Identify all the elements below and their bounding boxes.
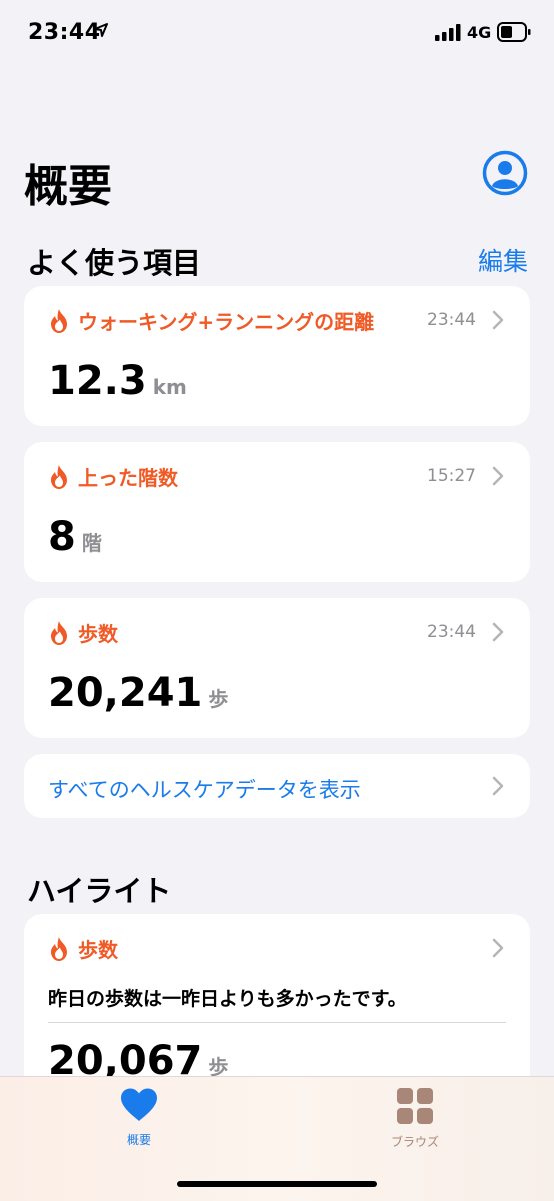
tab-browse[interactable]: ブラウズ	[355, 1087, 475, 1150]
chevron-right-icon	[492, 776, 504, 796]
card-value-row: 12.3 km	[48, 358, 187, 404]
status-bar: 23:44 4G	[0, 0, 554, 68]
grid-icon	[397, 1088, 433, 1124]
profile-avatar-icon[interactable]	[482, 150, 528, 196]
card-label: 歩数	[78, 938, 118, 962]
divider	[48, 1022, 506, 1023]
tab-summary[interactable]: 概要	[79, 1087, 199, 1148]
card-value-row: 20,241 歩	[48, 670, 228, 716]
cellular-signal-icon	[435, 24, 461, 41]
page-title: 概要	[24, 161, 112, 212]
battery-icon	[497, 22, 531, 42]
chevron-right-icon	[492, 310, 504, 330]
heart-icon	[121, 1088, 157, 1121]
chevron-right-icon	[492, 622, 504, 642]
edit-button[interactable]: 編集	[478, 242, 528, 278]
card-timestamp: 15:27	[427, 466, 476, 486]
card-unit: km	[152, 375, 187, 399]
card-timestamp: 23:44	[427, 310, 476, 330]
show-all-health-data-row[interactable]: すべてのヘルスケアデータを表示	[24, 754, 530, 818]
card-unit: 階	[81, 531, 102, 555]
highlight-text: 昨日の歩数は一昨日よりも多かったです。	[48, 988, 407, 1010]
home-indicator[interactable]	[177, 1181, 377, 1187]
chevron-right-icon	[492, 938, 504, 958]
card-timestamp: 23:44	[427, 622, 476, 642]
tab-label: 概要	[126, 1133, 151, 1147]
highlights-section-title: ハイライト	[27, 874, 172, 908]
card-label: 上った階数	[78, 466, 178, 490]
location-arrow-icon	[94, 23, 108, 37]
show-all-health-data-link[interactable]: すべてのヘルスケアデータを表示	[48, 774, 361, 804]
floors-card[interactable]: 上った階数 15:27 8階	[24, 442, 530, 582]
card-unit: 歩	[208, 687, 229, 711]
chevron-right-icon	[492, 466, 504, 486]
favorites-section-title: よく使う項目	[27, 246, 202, 280]
flame-icon	[51, 308, 67, 333]
status-time: 23:44	[28, 20, 101, 45]
card-value: 12.3	[48, 358, 147, 404]
flame-icon	[51, 936, 67, 961]
flame-icon	[51, 464, 67, 489]
distance-card[interactable]: ウォーキング+ランニングの距離 23:44 12.3 km	[24, 286, 530, 426]
card-label: 歩数	[78, 622, 118, 646]
flame-icon	[51, 620, 67, 645]
steps-card[interactable]: 歩数 23:44 20,241 歩	[24, 598, 530, 738]
card-value: 8	[48, 514, 76, 560]
network-type: 4G	[467, 23, 492, 42]
card-value-row: 8階	[48, 514, 102, 560]
card-value: 20,241	[48, 670, 203, 716]
tab-label: ブラウズ	[390, 1135, 439, 1149]
card-label: ウォーキング+ランニングの距離	[78, 310, 375, 334]
